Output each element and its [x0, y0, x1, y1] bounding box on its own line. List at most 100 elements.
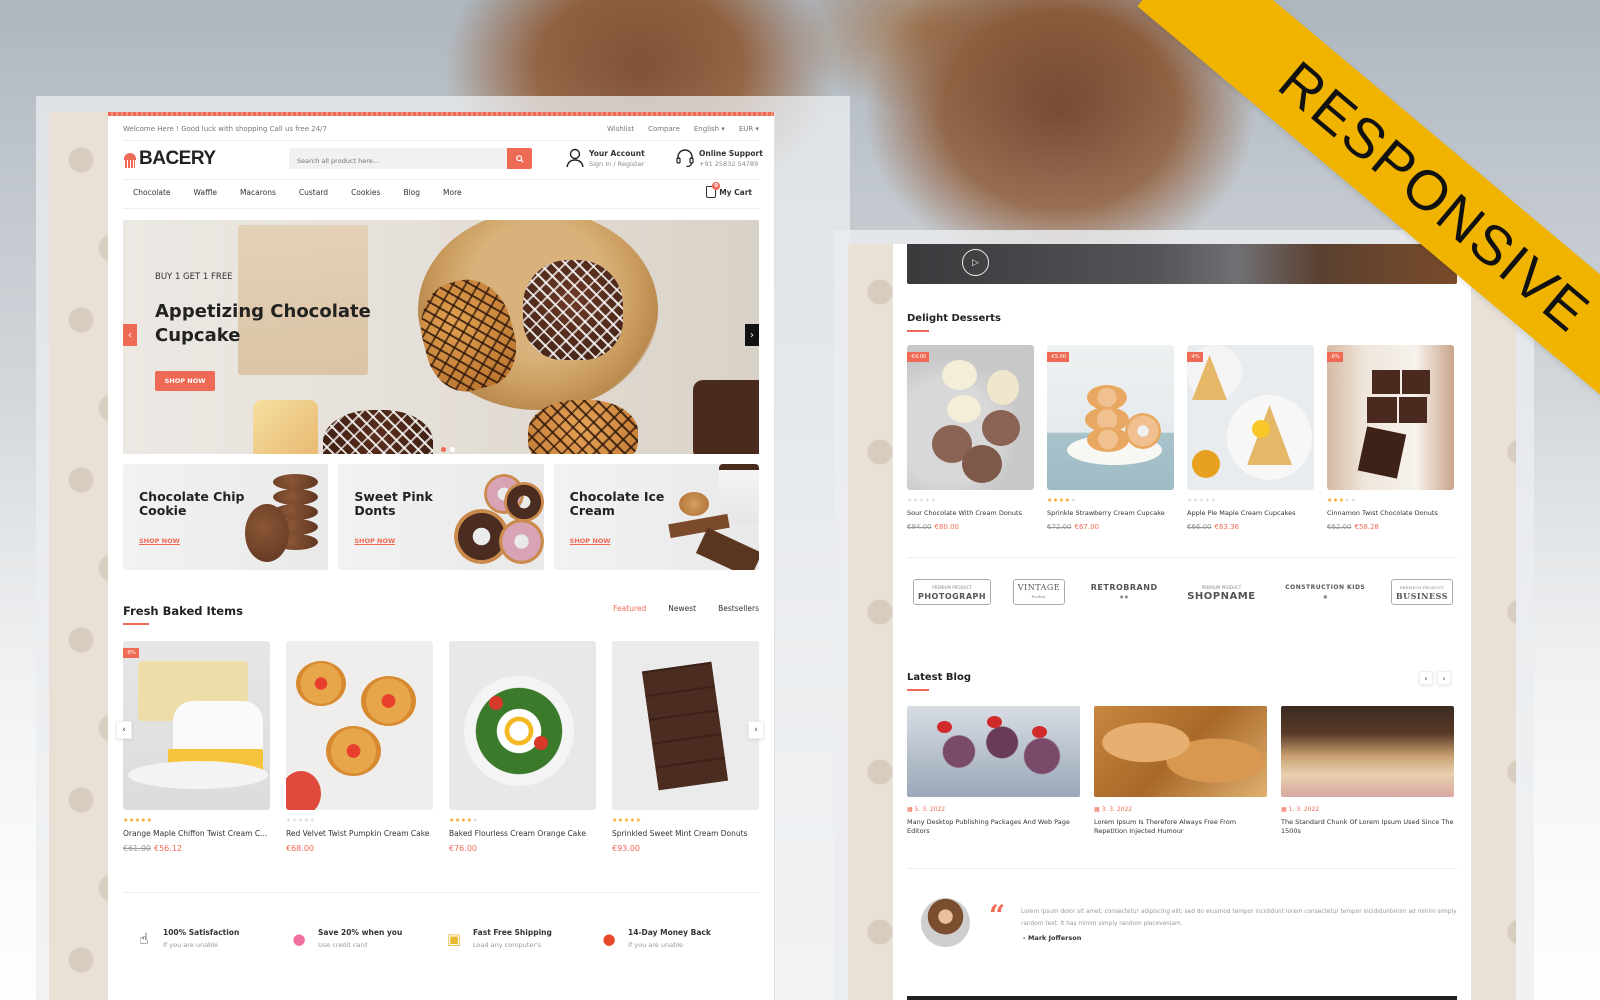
delivery-scooter-icon: ▣ [446, 930, 462, 948]
hero-subtitle: BUY 1 GET 1 FREE [155, 272, 233, 282]
blog-image[interactable] [907, 706, 1080, 797]
rating-stars: ★★★★★ [612, 817, 759, 825]
language-select[interactable]: English ▾ [694, 125, 725, 133]
banner-shop-now-link[interactable]: SHOP NOW [354, 537, 395, 545]
product-name[interactable]: Red Velvet Twist Pumpkin Cream Cake [286, 829, 433, 838]
product-image[interactable] [907, 345, 1034, 490]
blog-title[interactable]: Lorem Ipsum Is Therefore Always Free Fro… [1094, 818, 1267, 836]
carousel-prev-button[interactable]: ‹ [116, 721, 132, 739]
ice-cream-image [664, 464, 759, 570]
product-image[interactable] [612, 641, 759, 810]
discount-badge: -8% [123, 648, 139, 658]
product-card[interactable]: -€5.00 ★★★★★ Sprinkle Strawberry Cream C… [1047, 345, 1174, 531]
brand-logo[interactable]: VINTAGE Pushin' [1012, 579, 1066, 605]
delight-desserts-title: Delight Desserts [907, 313, 1001, 324]
carousel-next-button[interactable]: › [748, 721, 764, 739]
testimonial-author: - Mark Jofferson [1023, 934, 1082, 942]
wishlist-link[interactable]: Wishlist [607, 125, 634, 133]
blog-next-button[interactable]: › [1437, 671, 1451, 685]
support-block: Online Support +91 25832 54789 [675, 148, 763, 168]
product-card[interactable]: -4% ★★★★★ Apple Pie Maple Cream Cupcakes… [1187, 345, 1314, 531]
logo[interactable]: BACERY [123, 148, 216, 170]
currency-select[interactable]: EUR ▾ [739, 125, 759, 133]
user-icon [566, 148, 584, 168]
tab-featured[interactable]: Featured [613, 604, 646, 613]
cart-button[interactable]: 0 My Cart [706, 182, 752, 198]
hero-prev-button[interactable]: ‹ [123, 324, 137, 346]
brand-logo[interactable]: RETROBRAND ● ● [1087, 580, 1162, 604]
product-card[interactable]: ★★★★★ Sprinkled Sweet Mint Cream Donuts … [612, 641, 759, 853]
product-name[interactable]: Sprinkled Sweet Mint Cream Donuts [612, 829, 759, 838]
banner-shop-now-link[interactable]: SHOP NOW [570, 537, 611, 545]
banner-ice-cream[interactable]: Chocolate Ice Cream SHOP NOW [553, 464, 759, 570]
banner-donuts[interactable]: Sweet Pink Donts SHOP NOW [338, 464, 544, 570]
blog-post[interactable]: ▦ 5. 3. 2022 Many Desktop Publishing Pac… [907, 706, 1080, 836]
nav-cookies[interactable]: Cookies [351, 188, 380, 197]
product-card[interactable]: ★★★★★ Red Velvet Twist Pumpkin Cream Cak… [286, 641, 433, 853]
product-image[interactable] [449, 641, 596, 810]
sign-in-link[interactable]: Sign In / Register [589, 160, 645, 168]
tab-bestsellers[interactable]: Bestsellers [718, 604, 759, 613]
chevron-left-icon: ‹ [128, 329, 132, 341]
price: €93.00 [612, 844, 640, 853]
hero-next-button[interactable]: › [745, 324, 759, 346]
product-card[interactable]: -6% ★★★★★ Cinnamon Twist Chocolate Donut… [1327, 345, 1454, 531]
product-image[interactable] [286, 641, 433, 810]
blog-prev-button[interactable]: ‹ [1419, 671, 1433, 685]
product-image[interactable] [1187, 345, 1314, 490]
brand-logo[interactable]: PREMIUM PRODUCT PHOTOGRAPH [913, 579, 992, 605]
nav-more[interactable]: More [443, 188, 462, 197]
blog-image[interactable] [1094, 706, 1267, 797]
hero-slider: BUY 1 GET 1 FREE Appetizing Chocolate Cu… [123, 220, 759, 454]
product-name[interactable]: Baked Flourless Cream Orange Cake [449, 829, 596, 838]
product-card[interactable]: -€4.00 ★★★★★ Sour Chocolate With Cream D… [907, 345, 1034, 531]
banner-shop-now-link[interactable]: SHOP NOW [139, 537, 180, 545]
product-image[interactable] [123, 641, 270, 810]
product-name[interactable]: Apple Pie Maple Cream Cupcakes [1187, 509, 1314, 517]
product-name[interactable]: Sprinkle Strawberry Cream Cupcake [1047, 509, 1174, 517]
search-button[interactable] [507, 148, 532, 169]
blog-post[interactable]: ▦ 1. 3. 2022 The Standard Chunk Of Lorem… [1281, 706, 1454, 836]
blog-title[interactable]: Many Desktop Publishing Packages And Web… [907, 818, 1080, 836]
brand-logo[interactable]: PREMIUM PRODUCT SHOPNAME [1183, 580, 1259, 604]
shopping-bag-icon: 0 [706, 182, 721, 198]
product-name[interactable]: Cinnamon Twist Chocolate Donuts [1327, 509, 1454, 517]
product-name[interactable]: Sour Chocolate With Cream Donuts [907, 509, 1034, 517]
compare-link[interactable]: Compare [648, 125, 680, 133]
banner-cookie[interactable]: Chocolate Chip Cookie SHOP NOW [123, 464, 329, 570]
nav-chocolate[interactable]: Chocolate [133, 188, 171, 197]
rating-stars: ★★★★★ [1047, 497, 1174, 505]
video-banner: ▷ [907, 244, 1457, 284]
product-name[interactable]: Orange Maple Chiffon Twist Cream C... [123, 829, 270, 838]
blog-post[interactable]: ▦ 3. 3. 2022 Lorem Ipsum Is Therefore Al… [1094, 706, 1267, 836]
search-icon [515, 154, 524, 163]
donuts-image [449, 464, 544, 570]
account-block[interactable]: Your Account Sign In / Register [565, 148, 645, 168]
quote-icon: “ [989, 899, 1006, 932]
search-input[interactable] [289, 150, 507, 172]
nav-custard[interactable]: Custard [299, 188, 328, 197]
tab-newest[interactable]: Newest [668, 604, 696, 613]
play-button[interactable]: ▷ [962, 249, 989, 276]
nav-waffle[interactable]: Waffle [194, 188, 217, 197]
hero-shop-now-button[interactable]: SHOP NOW [155, 371, 215, 391]
brand-logo[interactable]: PREMIUM PRODUCT BUSINESS [1390, 579, 1453, 605]
product-image[interactable] [1047, 345, 1174, 490]
slider-dot[interactable] [450, 447, 455, 452]
brand-logo[interactable]: CONSTRUCTION KIDS ■ [1281, 580, 1369, 604]
piggy-bank-icon: ● [292, 930, 306, 948]
blog-image[interactable] [1281, 706, 1454, 797]
blog-title[interactable]: The Standard Chunk Of Lorem Ipsum Used S… [1281, 818, 1454, 836]
chevron-left-icon: ‹ [122, 725, 126, 735]
fresh-products: -8% ★★★★★ Orange Maple Chiffon Twist Cre… [123, 641, 759, 853]
nav-macarons[interactable]: Macarons [240, 188, 276, 197]
nav-blog[interactable]: Blog [403, 188, 420, 197]
latest-blog-title: Latest Blog [907, 672, 971, 683]
product-image[interactable] [1327, 345, 1454, 490]
slider-dot[interactable] [441, 447, 446, 452]
product-card[interactable]: ★★★★★ Baked Flourless Cream Orange Cake … [449, 641, 596, 853]
calendar-icon: ▦ [907, 806, 915, 813]
slider-dots [441, 447, 455, 452]
calendar-icon: ▦ [1094, 806, 1102, 813]
product-card[interactable]: -8% ★★★★★ Orange Maple Chiffon Twist Cre… [123, 641, 270, 853]
